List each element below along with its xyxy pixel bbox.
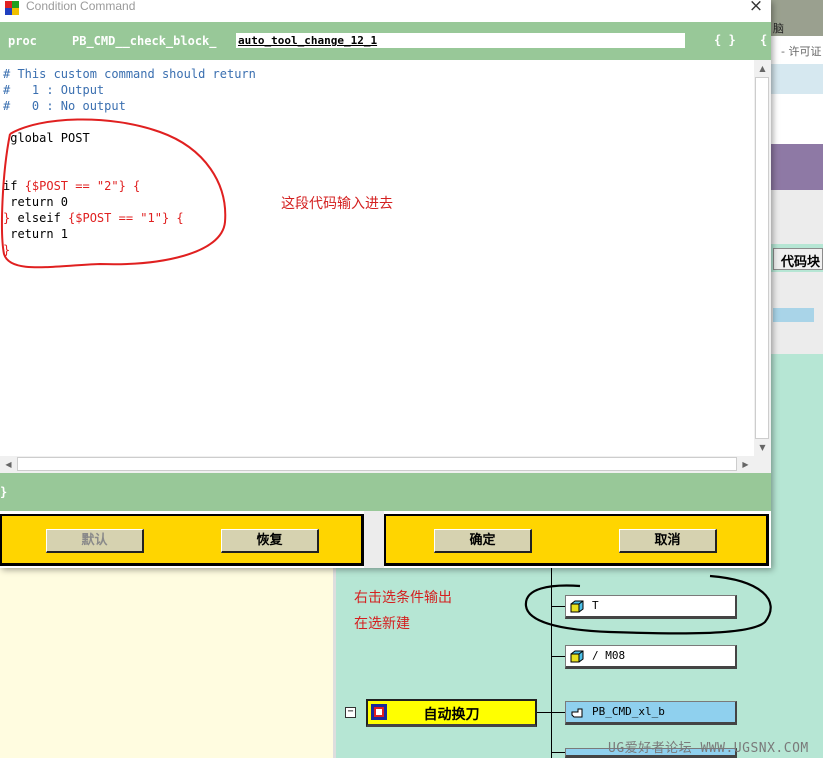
background-input-field[interactable] [773,308,814,322]
forum-watermark: UG爱好者论坛 WWW.UGSNX.COM [608,741,809,756]
ok-button[interactable]: 确定 [434,529,532,553]
code-token-elseif: elseif [17,211,69,225]
app-icon [5,1,19,15]
license-text: - 许可证 [781,45,822,58]
code-token-brace: } [3,211,18,225]
background-panel-gray [771,190,823,244]
code-line-return: return 1 [3,227,69,241]
code-token-brace: } [3,243,11,257]
license-bar: - 许可证 [771,36,823,64]
scroll-down-arrow-icon[interactable]: ▼ [754,439,771,456]
tree-node-label: / M08 [592,649,626,662]
annotation-code-note: 这段代码输入进去 [281,196,393,212]
tree-node-label: PB_CMD_xl_b [592,705,665,718]
proc-header-bar: proc PB_CMD__check_block_ { } { [0,22,771,60]
background-panel-white [771,94,823,144]
annotation-right-click-1: 右击选条件输出 [354,590,452,606]
tree-connector [551,752,565,753]
code-text-area[interactable]: # This custom command should return # 1 … [0,60,754,456]
left-cream-panel [0,568,333,758]
event-icon [371,704,387,720]
default-button[interactable]: 默认 [46,529,144,553]
scroll-left-arrow-icon[interactable]: ◀ [0,456,17,473]
code-editor[interactable]: # This custom command should return # 1 … [0,60,771,473]
tree-connector [551,656,565,657]
tree-node-m08[interactable]: / M08 [565,645,737,669]
scroll-up-arrow-icon[interactable]: ▲ [754,60,771,77]
collapse-toggle[interactable]: − [345,707,356,718]
tree-connector [551,606,565,607]
background-panel-blue [771,64,823,94]
code-line-return: return 0 [3,195,69,209]
vertical-scroll-thumb[interactable] [755,77,769,439]
scroll-right-arrow-icon[interactable]: ▶ [737,456,754,473]
panel-divider[interactable] [333,568,336,758]
proc-closing-brace: } [0,485,8,499]
code-line-global: global POST [3,131,90,145]
cancel-button[interactable]: 取消 [619,529,717,553]
code-line-comment: # 0 : No output [3,99,126,113]
horizontal-scroll-thumb[interactable] [17,457,737,471]
code-token-condition: {$POST == "1"} { [68,211,184,225]
proc-closing-bar: } [0,473,771,511]
right-button-panel: 确定 取消 [384,514,769,566]
proc-keyword: proc [8,34,37,48]
restore-button[interactable]: 恢复 [221,529,319,553]
code-block-button[interactable]: 代码块 [773,248,823,270]
proc-open-brace: { [760,33,768,47]
background-canvas-strip [771,354,823,574]
vertical-scrollbar[interactable]: ▲ ▼ [754,60,771,456]
close-button[interactable]: × [744,0,768,16]
proc-name-input[interactable] [236,33,685,48]
cube-icon [570,600,584,613]
horizontal-scrollbar[interactable]: ◀ ▶ [0,456,754,473]
tree-folder-label: 自动换刀 [423,707,480,723]
left-button-panel: 默认 恢复 [0,514,364,566]
cube-icon [570,650,584,663]
code-line-comment: # 1 : Output [3,83,105,97]
button-panel-gap [364,511,384,568]
tree-connector [537,712,565,713]
tree-folder-auto-tool-change[interactable]: 自动换刀 [366,699,537,727]
annotation-right-click-2: 在选新建 [354,616,410,632]
proc-args-braces: { } [714,33,736,47]
tree-connector [551,568,552,758]
tree-node-label: T [592,599,599,612]
code-token-condition: {$POST == "2"} { [24,179,141,193]
background-panel-purple [771,144,823,190]
tree-node-t[interactable]: T [565,595,737,619]
code-line-comment: # This custom command should return [3,67,256,81]
dialog-title: Condition Command [26,0,136,13]
tree-node-custom-command[interactable]: PB_CMD_xl_b [565,701,737,725]
proc-prefix: PB_CMD__check_block_ [72,34,217,48]
scroll-corner [754,456,771,473]
dialog-titlebar[interactable]: Condition Command × [0,0,771,22]
background-corner-text: 脑 [773,22,784,35]
background-toolbar-strip: 脑 [771,0,823,36]
code-token-if: if [3,179,25,193]
hand-pointer-icon [571,708,583,718]
condition-command-dialog: Condition Command × proc PB_CMD__check_b… [0,0,771,568]
